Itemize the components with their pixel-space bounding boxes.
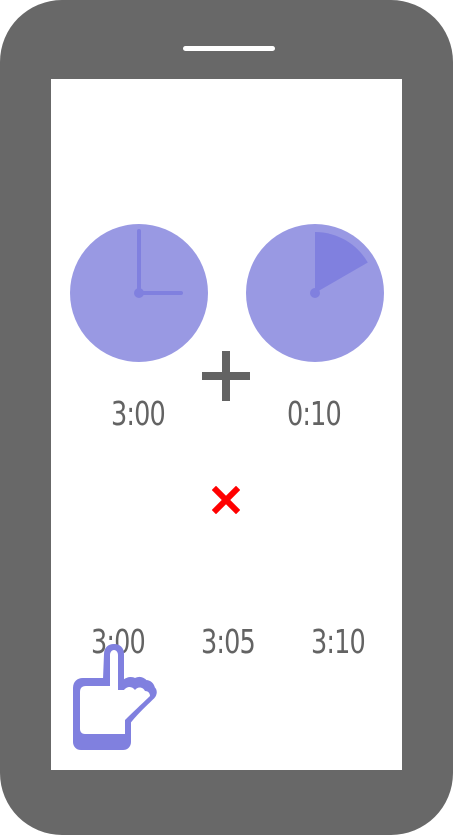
cross-icon — [212, 486, 240, 514]
elapsed-time-label: 0:10 — [287, 394, 342, 433]
elapsed-ten-minutes-icon — [246, 224, 384, 362]
plus-icon — [202, 351, 250, 401]
choice-option[interactable]: 3:05 — [188, 622, 267, 662]
clock-time-label: 3:00 — [111, 394, 166, 433]
choice-option[interactable]: 3:10 — [298, 622, 377, 662]
pointing-hand-icon — [73, 644, 157, 750]
clock-three-oclock-icon — [70, 224, 208, 362]
speaker-slot — [183, 46, 275, 51]
